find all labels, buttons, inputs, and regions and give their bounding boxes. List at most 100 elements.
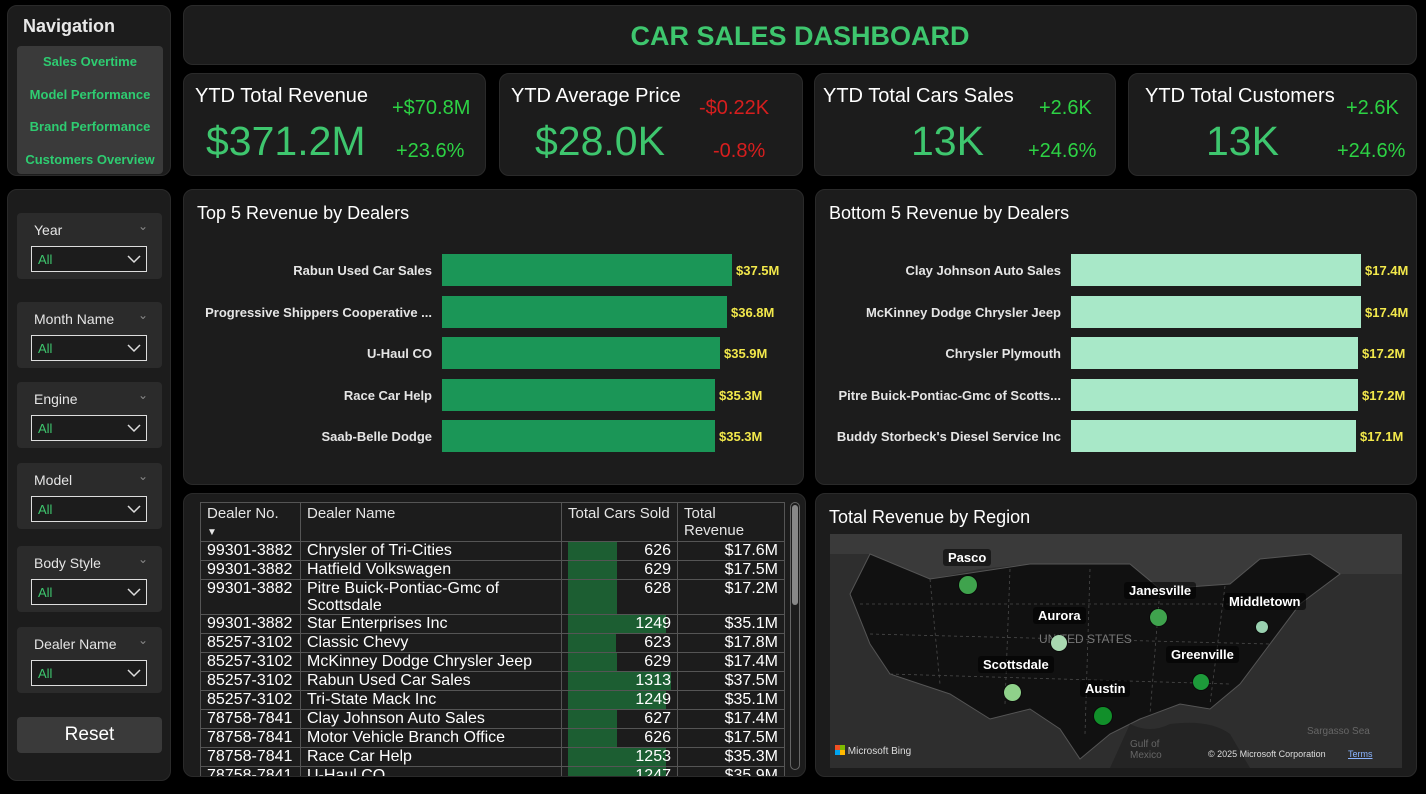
map-copyright: © 2025 Microsoft Corporation bbox=[1208, 749, 1326, 759]
cell-dealer-no: 85257-3102 bbox=[200, 671, 301, 691]
table-row[interactable]: 78758-7841 Clay Johnson Auto Sales 627 $17.… bbox=[200, 709, 785, 729]
cell-total-cars-sold: 629 bbox=[561, 652, 678, 672]
city-bubble-greenville[interactable] bbox=[1193, 674, 1209, 690]
bar-row[interactable]: Saab-Belle Dodge $35.3M bbox=[184, 420, 803, 452]
column-header-dealer-no[interactable]: Dealer No. ▼ bbox=[200, 502, 301, 542]
map-attribution: Microsoft Bing bbox=[847, 746, 912, 757]
cell-dealer-name: Hatfield Volkswagen bbox=[300, 560, 562, 580]
nav-item-brand-performance[interactable]: Brand Performance bbox=[17, 111, 163, 144]
chevron-down-icon[interactable]: ⌄ bbox=[138, 552, 148, 566]
kpi-delta: +2.6K bbox=[1039, 97, 1092, 119]
bar[interactable] bbox=[442, 420, 715, 452]
table-row[interactable]: 99301-3882 Star Enterprises Inc 1249 $35.1M bbox=[200, 614, 785, 634]
slicer-label: Engine bbox=[34, 391, 78, 407]
bar-row[interactable]: McKinney Dodge Chrysler Jeep $17.4M bbox=[816, 295, 1416, 328]
bar[interactable] bbox=[442, 337, 720, 369]
bar-row[interactable]: Progressive Shippers Cooperative ... $36.… bbox=[184, 295, 803, 328]
bar[interactable] bbox=[1071, 295, 1361, 328]
cell-value: 1247 bbox=[635, 767, 671, 777]
nav-item-sales-overtime[interactable]: Sales Overtime bbox=[17, 46, 163, 79]
reset-button[interactable]: Reset bbox=[17, 717, 162, 753]
bar-row[interactable]: Clay Johnson Auto Sales $17.4M bbox=[816, 254, 1416, 286]
top5-dealers-chart: Top 5 Revenue by Dealers Rabun Used Car … bbox=[183, 189, 804, 485]
chevron-down-icon[interactable]: ⌄ bbox=[138, 469, 148, 483]
scrollbar-thumb[interactable] bbox=[792, 505, 798, 605]
bar-label: Clay Johnson Auto Sales bbox=[905, 263, 1061, 278]
chevron-down-icon[interactable]: ⌄ bbox=[138, 388, 148, 402]
bar-value-label: $36.8M bbox=[731, 304, 775, 320]
bar[interactable] bbox=[442, 378, 715, 411]
bar-label: Saab-Belle Dodge bbox=[321, 429, 432, 444]
table-row[interactable]: 99301-3882 Chrysler of Tri-Cities 626 $17.6… bbox=[200, 541, 785, 561]
slicer-dropdown-model[interactable]: All bbox=[31, 496, 147, 522]
slicer-dropdown-dealer-name[interactable]: All bbox=[31, 660, 147, 686]
nav-item-customers-overview[interactable]: Customers Overview bbox=[17, 144, 163, 177]
cell-dealer-name: Clay Johnson Auto Sales bbox=[300, 709, 562, 729]
slicer-dealer-name: Dealer Name ⌄ All bbox=[17, 627, 162, 693]
cell-value: 627 bbox=[644, 710, 671, 727]
cell-total-cars-sold: 627 bbox=[561, 709, 678, 729]
slicer-dropdown-body-style[interactable]: All bbox=[31, 579, 147, 605]
city-bubble-pasco[interactable] bbox=[959, 576, 977, 594]
slicer-dropdown-month-name[interactable]: All bbox=[31, 335, 147, 361]
table-row[interactable]: 85257-3102 Tri-State Mack Inc 1249 $35.1M bbox=[200, 690, 785, 710]
map-terms-link[interactable]: Terms bbox=[1348, 749, 1373, 759]
kpi-value: 13K bbox=[1206, 118, 1279, 164]
slicer-dropdown-year[interactable]: All bbox=[31, 246, 147, 272]
slicer-label: Month Name bbox=[34, 311, 115, 327]
cell-total-revenue: $17.5M bbox=[677, 560, 785, 580]
bar-row[interactable]: Rabun Used Car Sales $37.5M bbox=[184, 254, 803, 286]
map-canvas[interactable]: UNITED STATES Sargasso Sea Gulf of Mexic… bbox=[830, 534, 1402, 768]
cell-total-cars-sold: 1247 bbox=[561, 766, 678, 777]
table-row[interactable]: 78758-7841 U-Haul CO 1247 $35.9M bbox=[200, 766, 785, 777]
column-header-total-revenue[interactable]: Total Revenue bbox=[677, 502, 785, 542]
slicer-dropdown-engine[interactable]: All bbox=[31, 415, 147, 441]
bar-row[interactable]: Race Car Help $35.3M bbox=[184, 378, 803, 411]
bar-row[interactable]: U-Haul CO $35.9M bbox=[184, 337, 803, 369]
bar[interactable] bbox=[1071, 420, 1356, 452]
column-header-total-cars-sold[interactable]: Total Cars Sold bbox=[561, 502, 678, 542]
bar-row[interactable]: Buddy Storbeck's Diesel Service Inc $17.1… bbox=[816, 420, 1416, 452]
city-bubble-aurora[interactable] bbox=[1051, 635, 1067, 651]
dropdown-arrow-icon bbox=[127, 255, 141, 264]
nav-item-model-performance[interactable]: Model Performance bbox=[17, 79, 163, 112]
table-scrollbar[interactable] bbox=[790, 502, 800, 770]
bar[interactable] bbox=[1071, 337, 1358, 369]
dropdown-arrow-icon bbox=[127, 669, 141, 678]
bar[interactable] bbox=[1071, 254, 1361, 286]
kpi-delta: -$0.22K bbox=[699, 97, 770, 119]
table-row[interactable]: 85257-3102 McKinney Dodge Chrysler Jeep 62… bbox=[200, 652, 785, 672]
city-bubble-middletown[interactable] bbox=[1256, 621, 1268, 633]
bar[interactable] bbox=[1071, 378, 1358, 411]
table-row[interactable]: 85257-3102 Classic Chevy 623 $17.8M bbox=[200, 633, 785, 653]
cell-total-revenue: $17.6M bbox=[677, 541, 785, 561]
slicer-engine: Engine ⌄ All bbox=[17, 382, 162, 448]
cell-total-cars-sold: 623 bbox=[561, 633, 678, 653]
bar-row[interactable]: Chrysler Plymouth $17.2M bbox=[816, 337, 1416, 369]
dealer-table: Dealer No. ▼ Dealer Name Total Cars Sold … bbox=[200, 502, 785, 777]
city-bubble-austin[interactable] bbox=[1094, 707, 1112, 725]
bar-row[interactable]: Pitre Buick-Pontiac-Gmc of Scotts... $17.… bbox=[816, 378, 1416, 411]
chevron-down-icon[interactable]: ⌄ bbox=[138, 219, 148, 233]
kpi-percent: -0.8% bbox=[713, 140, 766, 162]
slicer-value: All bbox=[38, 341, 53, 356]
table-row[interactable]: 85257-3102 Rabun Used Car Sales 1313 $37.5M bbox=[200, 671, 785, 691]
bar[interactable] bbox=[442, 254, 732, 286]
table-row[interactable]: 99301-3882 Hatfield Volkswagen 629 $17.5M bbox=[200, 560, 785, 580]
chevron-down-icon[interactable]: ⌄ bbox=[138, 308, 148, 322]
table-row[interactable]: 78758-7841 Motor Vehicle Branch Office 626… bbox=[200, 728, 785, 748]
column-header-dealer-name[interactable]: Dealer Name bbox=[300, 502, 562, 542]
city-bubble-scottsdale[interactable] bbox=[1004, 684, 1021, 701]
table-row[interactable]: 99301-3882 Pitre Buick-Pontiac-Gmc of Sco… bbox=[200, 579, 785, 615]
table-row[interactable]: 78758-7841 Race Car Help 1253 $35.3M bbox=[200, 747, 785, 767]
chevron-down-icon[interactable]: ⌄ bbox=[138, 633, 148, 647]
bar-label: Rabun Used Car Sales bbox=[293, 263, 432, 278]
cell-total-cars-sold: 628 bbox=[561, 579, 678, 615]
cell-dealer-no: 85257-3102 bbox=[200, 652, 301, 672]
bar[interactable] bbox=[442, 295, 727, 328]
cell-dealer-name: U-Haul CO bbox=[300, 766, 562, 776]
cell-total-revenue: $35.9M bbox=[677, 766, 785, 776]
kpi-card-total-customers: YTD Total Customers 13K +2.6K +24.6% bbox=[1128, 73, 1417, 176]
cell-total-revenue: $37.5M bbox=[677, 671, 785, 691]
city-bubble-janesville[interactable] bbox=[1150, 609, 1167, 626]
